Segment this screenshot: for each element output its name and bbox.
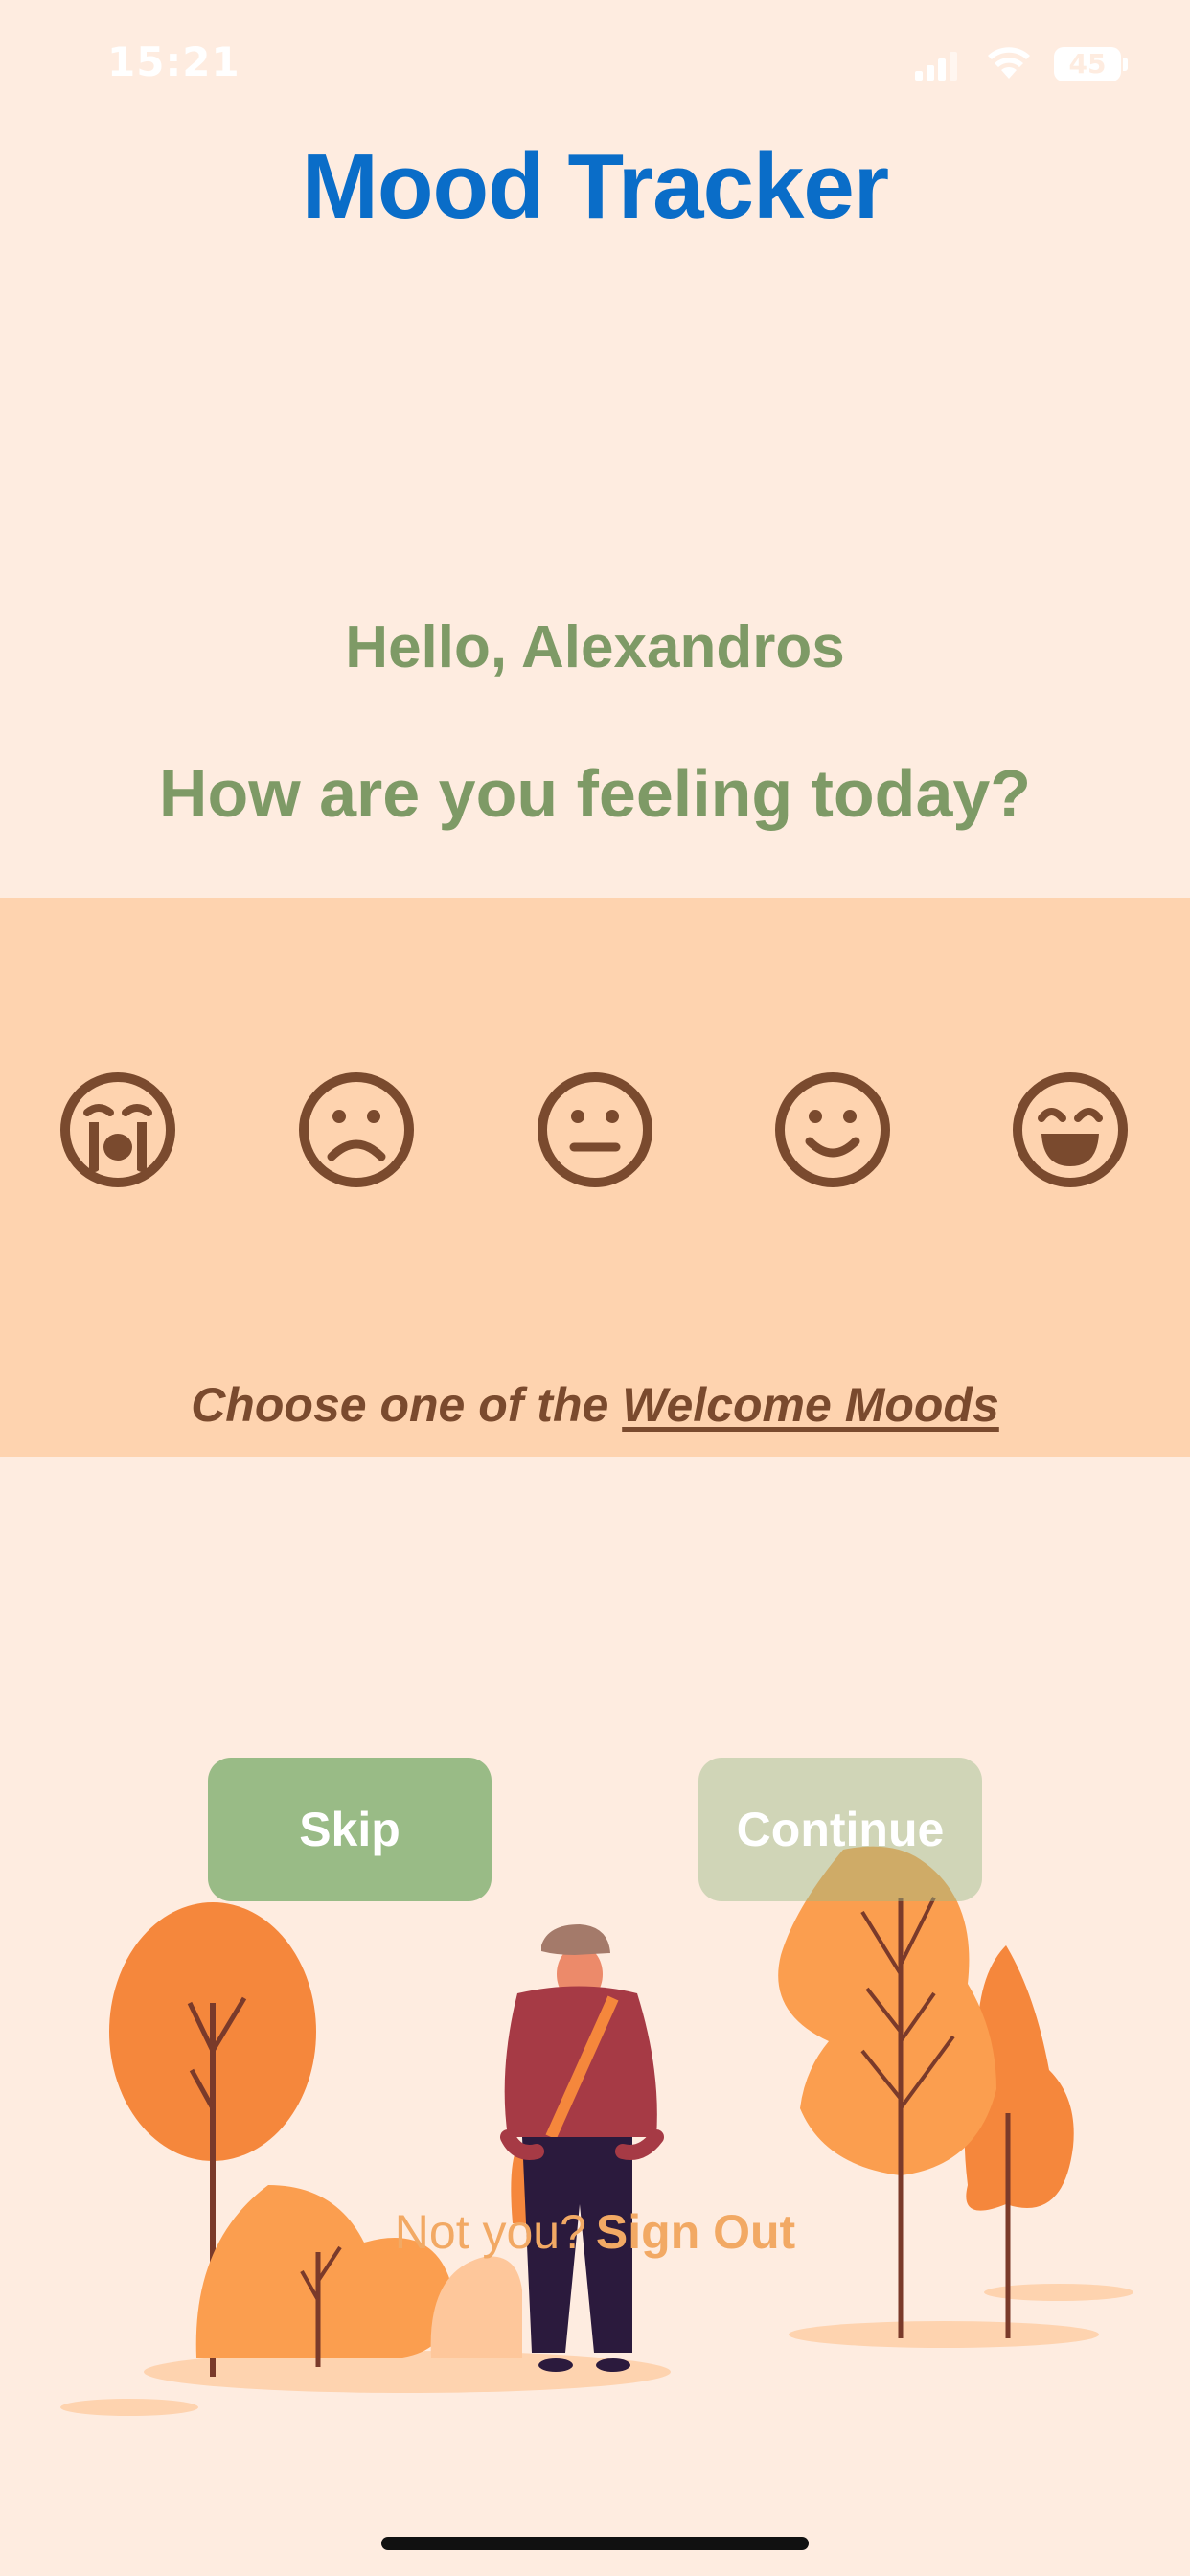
continue-button[interactable]: Continue bbox=[698, 1758, 982, 1901]
autumn-illustration bbox=[60, 1846, 1133, 2416]
skip-button[interactable]: Skip bbox=[208, 1758, 492, 1901]
status-time: 15:21 bbox=[107, 38, 240, 85]
mood-option-very-sad[interactable] bbox=[58, 1070, 177, 1189]
wifi-icon bbox=[988, 47, 1030, 79]
battery-indicator: 45 bbox=[1054, 47, 1121, 81]
grinning-face-icon bbox=[1013, 1072, 1128, 1187]
sign-out-link[interactable]: Sign Out bbox=[596, 2205, 795, 2259]
mood-hint-prefix: Choose one of the bbox=[191, 1378, 623, 1432]
mood-option-sad[interactable] bbox=[297, 1070, 416, 1189]
mood-option-very-happy[interactable] bbox=[1011, 1070, 1130, 1189]
app-title: Mood Tracker bbox=[301, 135, 889, 238]
mood-question: How are you feeling today? bbox=[158, 756, 1032, 831]
greeting-text: Hello, Alexandros bbox=[345, 614, 845, 680]
smiling-face-icon bbox=[775, 1072, 890, 1187]
mood-panel: Choose one of the Welcome Moods bbox=[0, 898, 1190, 1457]
home-indicator[interactable] bbox=[381, 2537, 809, 2550]
crying-face-icon bbox=[60, 1072, 175, 1187]
frowning-face-icon bbox=[299, 1072, 414, 1187]
signout-row: Not you? Sign Out bbox=[0, 2204, 1190, 2260]
mood-option-happy[interactable] bbox=[773, 1070, 892, 1189]
welcome-moods-link[interactable]: Welcome Moods bbox=[622, 1378, 999, 1432]
neutral-face-icon bbox=[538, 1072, 652, 1187]
battery-tip bbox=[1123, 58, 1128, 71]
mood-hint: Choose one of the Welcome Moods bbox=[0, 1377, 1190, 1433]
signal-icon bbox=[915, 52, 957, 80]
not-you-text: Not you? bbox=[394, 2205, 586, 2259]
mood-option-neutral[interactable] bbox=[536, 1070, 654, 1189]
status-bar: 15:21 45 bbox=[0, 0, 1190, 134]
